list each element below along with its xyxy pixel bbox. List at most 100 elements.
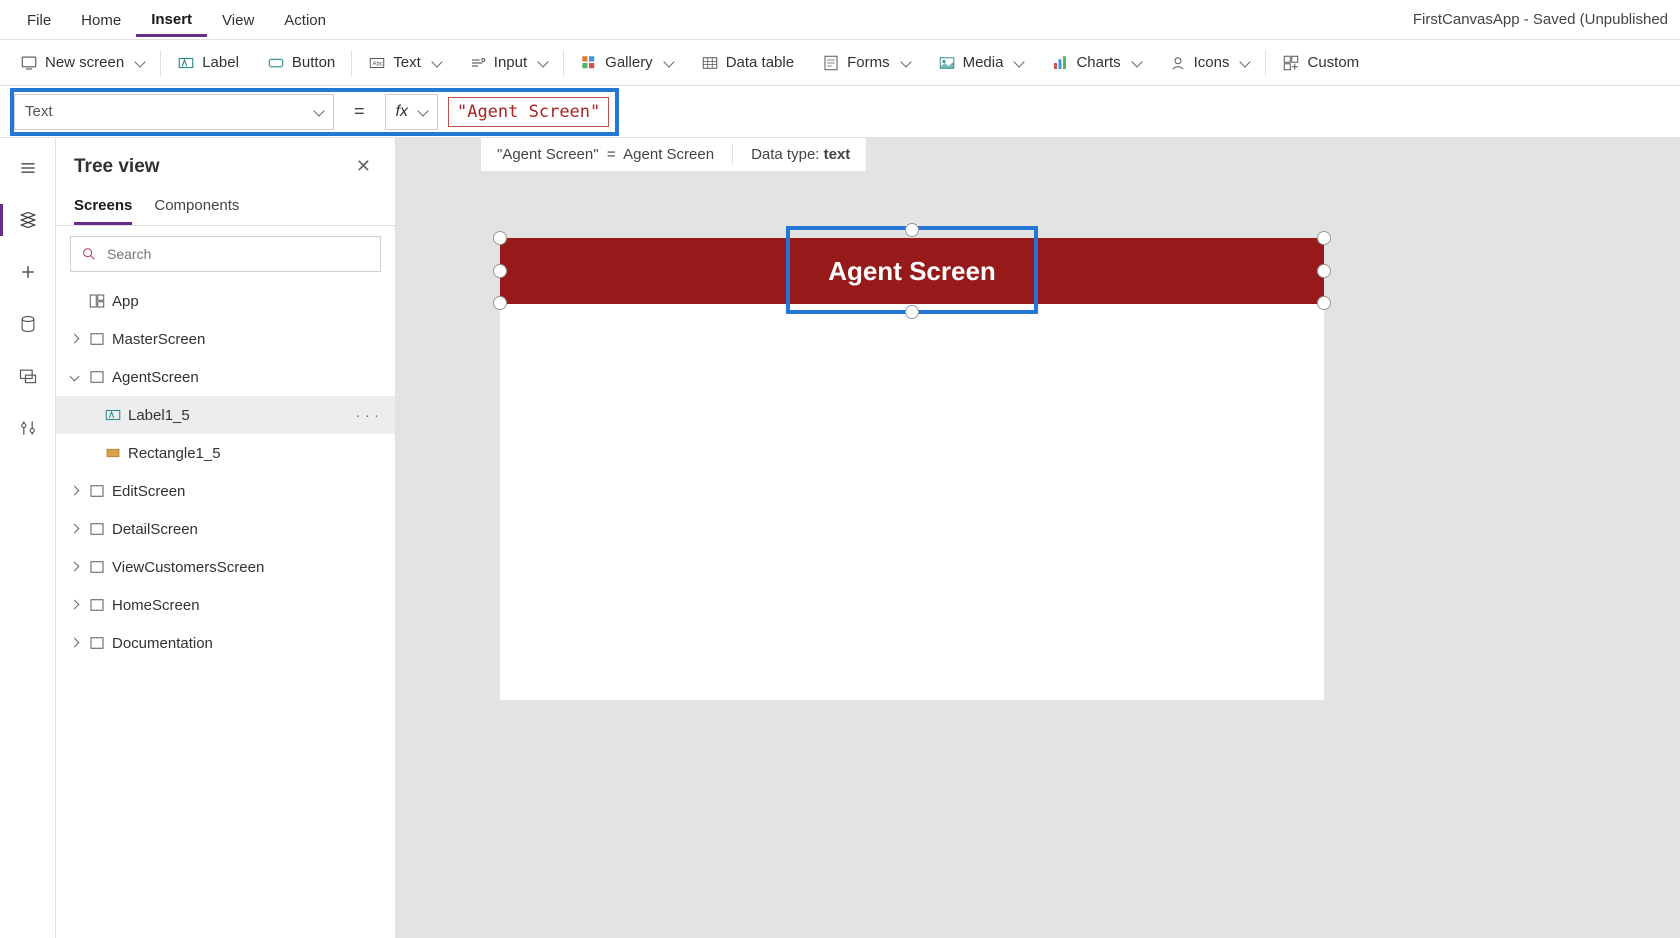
divider: [732, 145, 733, 165]
selection-handle[interactable]: [905, 305, 919, 319]
rail-advanced[interactable]: [16, 416, 40, 440]
datatype-value: text: [824, 146, 851, 163]
menu-action[interactable]: Action: [269, 4, 341, 35]
tree-node-label: Rectangle1_5: [128, 445, 385, 462]
tree-node-agentscreen[interactable]: AgentScreen: [56, 358, 395, 396]
divider: [351, 50, 352, 76]
expand-toggle[interactable]: [66, 521, 82, 538]
formula-input[interactable]: [623, 86, 1680, 137]
menu-view[interactable]: View: [207, 4, 269, 35]
menu-home[interactable]: Home: [66, 4, 136, 35]
tree-node-label: HomeScreen: [112, 597, 385, 614]
formula-result-bar: "Agent Screen" = Agent Screen Data type:…: [480, 138, 867, 172]
label-icon: [104, 406, 122, 424]
selection-handle[interactable]: [493, 296, 507, 310]
chart-icon: [1051, 54, 1069, 72]
table-icon: [701, 54, 719, 72]
insert-charts-label: Charts: [1076, 54, 1120, 71]
tree-search-box[interactable]: [70, 236, 381, 272]
selection-handle[interactable]: [493, 231, 507, 245]
tree-node-app[interactable]: App: [56, 282, 395, 320]
canvas-area[interactable]: Agent Screen: [396, 138, 1680, 938]
chevron-down-icon: [1240, 56, 1251, 67]
chevron-down-icon: [417, 105, 428, 116]
divider: [1265, 50, 1266, 76]
insert-button-text: Button: [292, 54, 335, 71]
custom-icon: [1282, 54, 1300, 72]
menu-file[interactable]: File: [12, 4, 66, 35]
tree-node-rectangle1-5[interactable]: Rectangle1_5: [56, 434, 395, 472]
label1-5-control[interactable]: Agent Screen: [790, 238, 1034, 304]
formula-value[interactable]: "Agent Screen": [448, 97, 609, 127]
app-icon: [88, 292, 106, 310]
insert-text-button[interactable]: Abc Text: [354, 40, 455, 85]
result-lhs: "Agent Screen": [497, 146, 599, 163]
screen-icon: [88, 482, 106, 500]
tree-node-detailscreen[interactable]: DetailScreen: [56, 510, 395, 548]
menu-insert[interactable]: Insert: [136, 3, 207, 37]
insert-input-button[interactable]: Input: [455, 40, 561, 85]
fx-button[interactable]: fx: [385, 94, 438, 130]
insert-gallery-button[interactable]: Gallery: [566, 40, 687, 85]
insert-label-button[interactable]: Label: [163, 40, 253, 85]
fx-label: fx: [396, 103, 408, 121]
tree-node-label: AgentScreen: [112, 369, 385, 386]
insert-icons-button[interactable]: Icons: [1155, 40, 1264, 85]
expand-toggle[interactable]: [66, 559, 82, 576]
insert-datatable-label: Data table: [726, 54, 794, 71]
tree-node-homescreen[interactable]: HomeScreen: [56, 586, 395, 624]
divider: [563, 50, 564, 76]
new-screen-button[interactable]: New screen: [6, 40, 158, 85]
tree-view-panel: Tree view ✕ Screens Components App: [56, 138, 396, 938]
insert-charts-button[interactable]: Charts: [1037, 40, 1154, 85]
chevron-down-icon: [1131, 56, 1142, 67]
icons-icon: [1169, 54, 1187, 72]
tab-components[interactable]: Components: [154, 191, 239, 225]
screen-icon: [88, 520, 106, 538]
selection-handle[interactable]: [1317, 296, 1331, 310]
selection-handle[interactable]: [1317, 231, 1331, 245]
rail-data[interactable]: [16, 312, 40, 336]
rail-tree-view[interactable]: [16, 208, 40, 232]
tree-node-masterscreen[interactable]: MasterScreen: [56, 320, 395, 358]
chevron-down-icon: [900, 56, 911, 67]
tab-screens[interactable]: Screens: [74, 191, 132, 225]
left-rail: [0, 138, 56, 938]
expand-toggle[interactable]: [66, 597, 82, 614]
selection-handle[interactable]: [1317, 264, 1331, 278]
media-icon: [938, 54, 956, 72]
tree-close-button[interactable]: ✕: [350, 152, 377, 181]
tree-node-editscreen[interactable]: EditScreen: [56, 472, 395, 510]
svg-text:Abc: Abc: [373, 61, 383, 67]
insert-custom-button[interactable]: Custom: [1268, 40, 1373, 85]
expand-toggle[interactable]: [66, 369, 82, 386]
insert-media-button[interactable]: Media: [924, 40, 1038, 85]
more-button[interactable]: · · ·: [350, 407, 385, 424]
rail-hamburger[interactable]: [16, 156, 40, 180]
chevron-down-icon: [1014, 56, 1025, 67]
datatype-label: Data type:: [751, 146, 819, 163]
tree-node-label: Documentation: [112, 635, 385, 652]
selection-handle[interactable]: [493, 264, 507, 278]
selection-handle[interactable]: [905, 223, 919, 237]
insert-forms-button[interactable]: Forms: [808, 40, 924, 85]
screen-icon: [20, 54, 38, 72]
expand-toggle[interactable]: [66, 635, 82, 652]
tree-node-label: ViewCustomersScreen: [112, 559, 385, 576]
expand-toggle[interactable]: [66, 483, 82, 500]
chevron-down-icon: [663, 56, 674, 67]
expand-toggle[interactable]: [66, 331, 82, 348]
tree-search-input[interactable]: [105, 245, 370, 263]
screen-icon: [88, 330, 106, 348]
form-icon: [822, 54, 840, 72]
input-icon: [469, 54, 487, 72]
rail-media[interactable]: [16, 364, 40, 388]
tree-node-viewcustomers[interactable]: ViewCustomersScreen: [56, 548, 395, 586]
insert-button-button[interactable]: Button: [253, 40, 349, 85]
tree-tabs: Screens Components: [56, 187, 395, 226]
property-selector[interactable]: Text: [14, 94, 334, 130]
tree-node-label1-5[interactable]: Label1_5 · · ·: [56, 396, 395, 434]
insert-datatable-button[interactable]: Data table: [687, 40, 808, 85]
rail-insert[interactable]: [16, 260, 40, 284]
tree-node-documentation[interactable]: Documentation: [56, 624, 395, 662]
